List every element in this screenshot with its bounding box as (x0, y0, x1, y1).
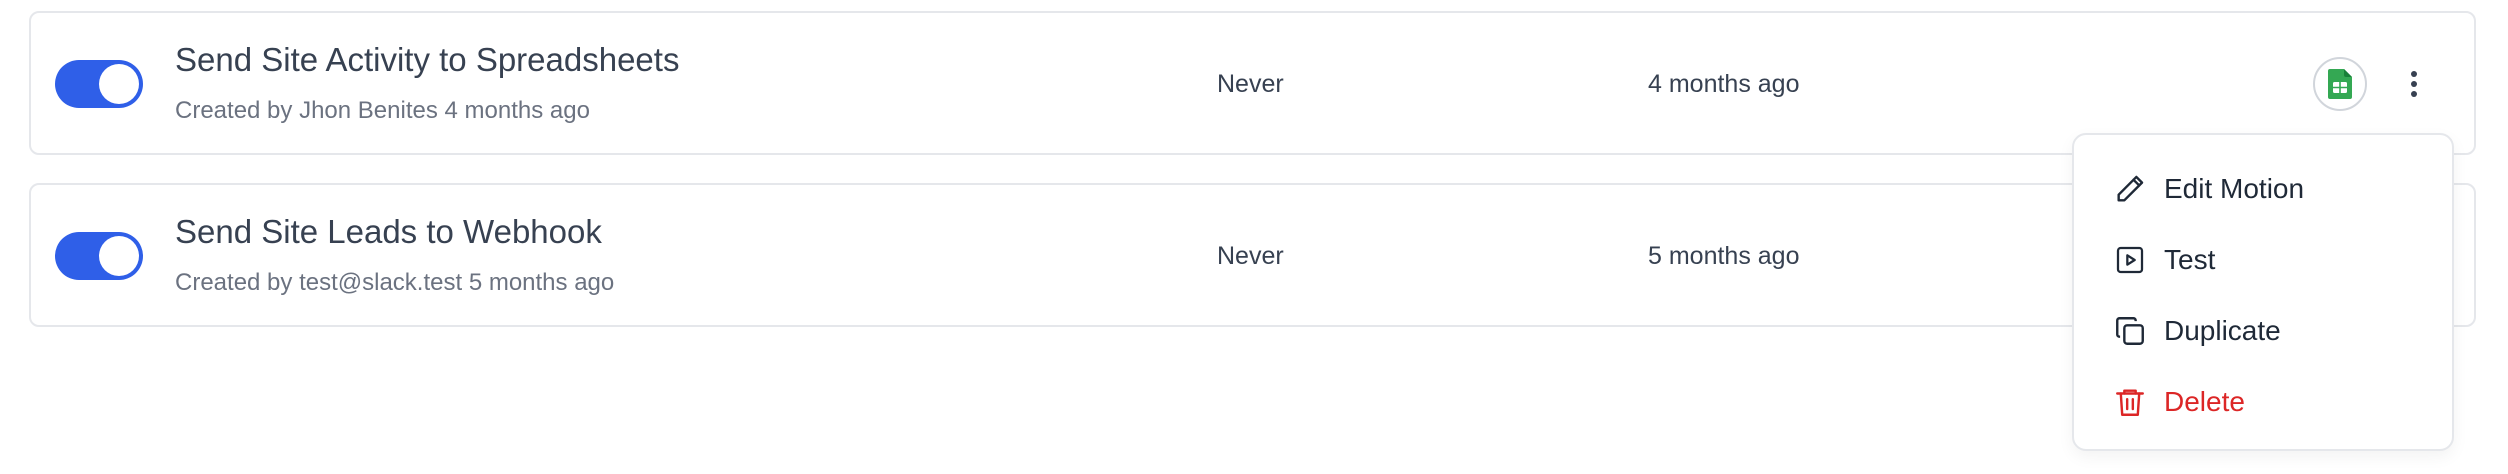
enable-toggle[interactable] (55, 232, 143, 280)
menu-item-label: Test (2164, 244, 2216, 275)
play-icon (2112, 242, 2148, 278)
motions-list-page: Send Site Activity to Spreadsheets Creat… (0, 0, 2508, 474)
motion-title[interactable]: Send Site Leads to Webhook (175, 212, 602, 252)
more-options-button[interactable] (2392, 62, 2436, 106)
toggle-knob (99, 236, 139, 276)
enable-toggle[interactable] (55, 60, 143, 108)
updated-value: 5 months ago (1648, 242, 1800, 270)
row-actions-menu: Edit Motion Test Duplicate Delete (2072, 133, 2454, 451)
google-sheets-icon (2313, 57, 2367, 111)
motion-title[interactable]: Send Site Activity to Spreadsheets (175, 40, 679, 80)
updated-value: 4 months ago (1648, 70, 1800, 98)
menu-item-label: Edit Motion (2164, 173, 2305, 204)
motion-created-by: Created by test@slack.test 5 months ago (175, 269, 615, 296)
menu-item-label: Delete (2164, 386, 2245, 417)
toggle-knob (99, 64, 139, 104)
test-menu-item[interactable]: Test (2112, 236, 2215, 284)
trash-icon (2112, 384, 2148, 420)
menu-item-label: Duplicate (2164, 315, 2281, 346)
more-vertical-icon (2411, 71, 2417, 97)
edit-motion-menu-item[interactable]: Edit Motion (2112, 165, 2304, 213)
motion-created-by: Created by Jhon Benites 4 months ago (175, 97, 590, 124)
duplicate-menu-item[interactable]: Duplicate (2112, 307, 2281, 355)
last-run-value: Never (1217, 70, 1284, 98)
copy-icon (2112, 313, 2148, 349)
pencil-icon (2112, 171, 2148, 207)
delete-menu-item[interactable]: Delete (2112, 378, 2245, 426)
last-run-value: Never (1217, 242, 1284, 270)
